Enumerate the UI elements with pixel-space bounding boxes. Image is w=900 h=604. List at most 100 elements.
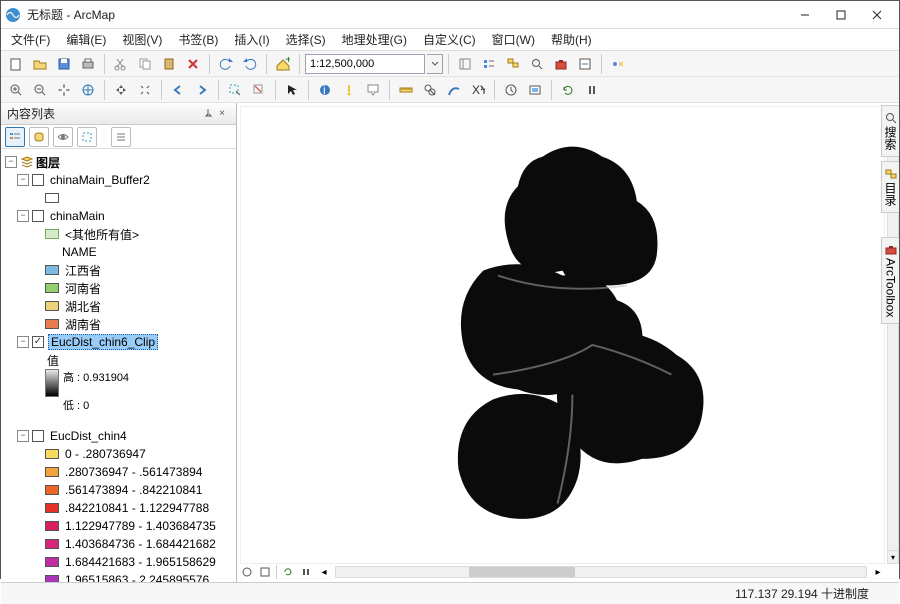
- layer-tree[interactable]: − 图层 − chinaMain_Buffer2 − chinaMain: [1, 149, 236, 582]
- select-elements-button[interactable]: [281, 79, 303, 101]
- undo-button[interactable]: [215, 53, 237, 75]
- class-row[interactable]: 0 - .280736947: [3, 445, 234, 463]
- class-row[interactable]: .842210841 - 1.122947788: [3, 499, 234, 517]
- dock-tab-toolbox[interactable]: ArcToolbox: [881, 237, 899, 324]
- toc-options[interactable]: [111, 127, 131, 147]
- editor-toolbar-button[interactable]: [454, 53, 476, 75]
- menu-bookmark[interactable]: 书签(B): [172, 29, 224, 50]
- time-slider-button[interactable]: [500, 79, 522, 101]
- class-row[interactable]: 1.96515863 - 2.245895576: [3, 571, 234, 582]
- map-canvas[interactable]: [240, 106, 885, 564]
- clear-selection-button[interactable]: [248, 79, 270, 101]
- find-route-button[interactable]: [443, 79, 465, 101]
- scroll-left-icon[interactable]: ◂: [317, 565, 331, 579]
- class-row[interactable]: 江西省: [3, 261, 234, 279]
- redo-button[interactable]: [239, 53, 261, 75]
- fixed-zoom-in-button[interactable]: [110, 79, 132, 101]
- find-button[interactable]: [419, 79, 441, 101]
- hyperlink-button[interactable]: [338, 79, 360, 101]
- class-row[interactable]: .561473894 - .842210841: [3, 481, 234, 499]
- class-row[interactable]: 湖南省: [3, 315, 234, 333]
- toc-list-by-source[interactable]: [29, 127, 49, 147]
- toolbox-button[interactable]: [550, 53, 572, 75]
- class-row[interactable]: .280736947 - .561473894: [3, 463, 234, 481]
- open-button[interactable]: [29, 53, 51, 75]
- toc-button[interactable]: [478, 53, 500, 75]
- scale-dropdown[interactable]: [427, 54, 443, 74]
- full-extent-button[interactable]: [77, 79, 99, 101]
- expand-icon[interactable]: −: [17, 210, 29, 222]
- layer-chinamain[interactable]: − chinaMain: [3, 207, 234, 225]
- dock-tab-search[interactable]: 搜索: [881, 105, 899, 157]
- minimize-button[interactable]: [787, 2, 823, 28]
- paste-button[interactable]: [158, 53, 180, 75]
- save-button[interactable]: [53, 53, 75, 75]
- horizontal-scrollbar[interactable]: [335, 566, 867, 578]
- back-extent-button[interactable]: [167, 79, 189, 101]
- cut-button[interactable]: [110, 53, 132, 75]
- class-row[interactable]: 1.684421683 - 1.965158629: [3, 553, 234, 571]
- menu-customize[interactable]: 自定义(C): [417, 29, 482, 50]
- layer-checkbox[interactable]: [32, 174, 44, 186]
- toc-list-by-drawing-order[interactable]: [5, 127, 25, 147]
- search-button[interactable]: [526, 53, 548, 75]
- scroll-right-icon[interactable]: ▸: [871, 565, 885, 579]
- zoom-out-button[interactable]: [29, 79, 51, 101]
- layer-checkbox[interactable]: [32, 336, 44, 348]
- menu-window[interactable]: 窗口(W): [486, 29, 541, 50]
- pause-view-button[interactable]: [299, 565, 313, 579]
- tree-root[interactable]: − 图层: [3, 153, 234, 171]
- create-viewer-button[interactable]: [524, 79, 546, 101]
- python-button[interactable]: [574, 53, 596, 75]
- class-row[interactable]: 湖北省: [3, 297, 234, 315]
- catalog-button[interactable]: [502, 53, 524, 75]
- menu-help[interactable]: 帮助(H): [545, 29, 598, 50]
- layer-symbol[interactable]: [3, 189, 234, 207]
- toc-list-by-selection[interactable]: [77, 127, 97, 147]
- toc-pin-icon[interactable]: [202, 108, 214, 120]
- layer-checkbox[interactable]: [32, 430, 44, 442]
- other-values-row[interactable]: <其他所有值>: [3, 225, 234, 243]
- copy-button[interactable]: [134, 53, 156, 75]
- map-view[interactable]: ▴ ▾ ◂ ▸: [237, 103, 899, 582]
- menu-view[interactable]: 视图(V): [116, 29, 168, 50]
- scale-input[interactable]: [305, 54, 425, 74]
- scroll-down-icon[interactable]: ▾: [887, 550, 899, 564]
- menu-file[interactable]: 文件(F): [5, 29, 56, 50]
- add-data-button[interactable]: +: [272, 53, 294, 75]
- identify-button[interactable]: i: [314, 79, 336, 101]
- html-popup-button[interactable]: [362, 79, 384, 101]
- toc-close-icon[interactable]: ×: [216, 108, 228, 120]
- measure-button[interactable]: [395, 79, 417, 101]
- select-features-button[interactable]: [224, 79, 246, 101]
- class-row[interactable]: 河南省: [3, 279, 234, 297]
- class-row[interactable]: 1.403684736 - 1.684421682: [3, 535, 234, 553]
- expand-icon[interactable]: −: [17, 174, 29, 186]
- go-to-xy-button[interactable]: XY: [467, 79, 489, 101]
- forward-extent-button[interactable]: [191, 79, 213, 101]
- layer-buffer2[interactable]: − chinaMain_Buffer2: [3, 171, 234, 189]
- pan-button[interactable]: [53, 79, 75, 101]
- new-button[interactable]: [5, 53, 27, 75]
- model-builder-button[interactable]: [607, 53, 629, 75]
- expand-icon[interactable]: −: [17, 430, 29, 442]
- menu-select[interactable]: 选择(S): [280, 29, 332, 50]
- refresh-button[interactable]: [557, 79, 579, 101]
- layer-checkbox[interactable]: [32, 210, 44, 222]
- data-view-button[interactable]: [240, 565, 254, 579]
- maximize-button[interactable]: [823, 2, 859, 28]
- print-button[interactable]: [77, 53, 99, 75]
- class-row[interactable]: 1.122947789 - 1.403684735: [3, 517, 234, 535]
- menu-geoprocessing[interactable]: 地理处理(G): [336, 29, 413, 50]
- fixed-zoom-out-button[interactable]: [134, 79, 156, 101]
- dock-tab-catalog[interactable]: 目录: [881, 161, 899, 213]
- expand-icon[interactable]: −: [17, 336, 29, 348]
- menu-insert[interactable]: 插入(I): [228, 29, 275, 50]
- layer-eucdist-clip[interactable]: − EucDist_chin6_Clip: [3, 333, 234, 351]
- toc-list-by-visibility[interactable]: [53, 127, 73, 147]
- layer-eucdist4[interactable]: − EucDist_chin4: [3, 427, 234, 445]
- pause-drawing-button[interactable]: [581, 79, 603, 101]
- menu-edit[interactable]: 编辑(E): [60, 29, 112, 50]
- close-button[interactable]: [859, 2, 895, 28]
- expand-icon[interactable]: −: [5, 156, 17, 168]
